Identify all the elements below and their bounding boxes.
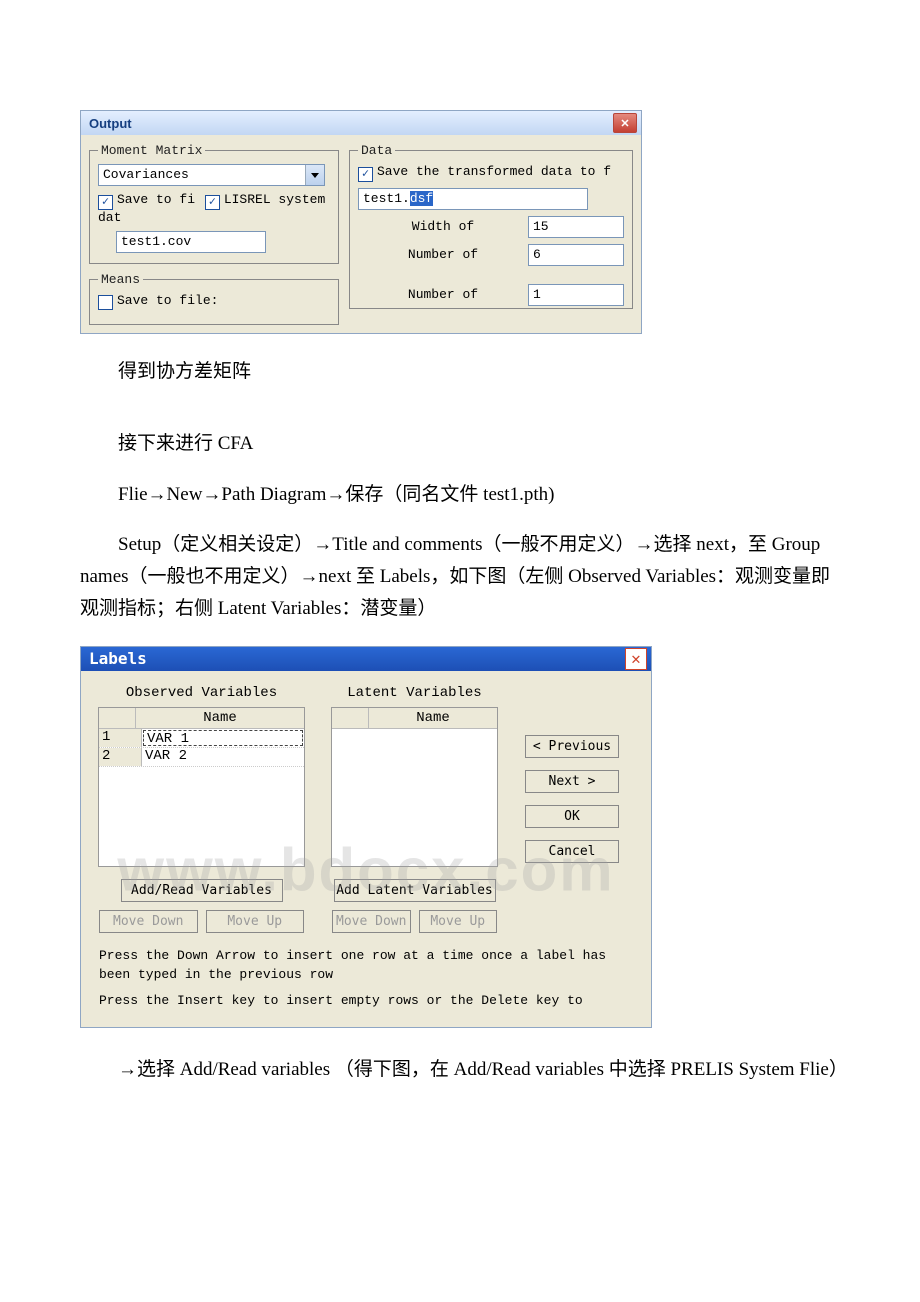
add-latent-variables-button[interactable]: Add Latent Variables xyxy=(334,879,496,902)
moment-matrix-group: Moment Matrix Covariances ✓Save to fi ✓L… xyxy=(89,143,339,264)
lat-move-up-button[interactable]: Move Up xyxy=(419,910,498,933)
obs-move-up-button[interactable]: Move Up xyxy=(206,910,305,933)
close-icon[interactable]: ✕ xyxy=(625,648,647,670)
means-legend: Means xyxy=(98,272,143,287)
covariance-value: Covariances xyxy=(99,165,305,185)
wizard-buttons: < Previous Next > OK Cancel xyxy=(525,735,619,933)
hint-text-2: Press the Insert key to insert empty row… xyxy=(99,992,633,1011)
means-save-label: Save to file: xyxy=(117,293,218,308)
width-input[interactable]: 15 xyxy=(528,216,624,238)
doc-p3: Flie→New→Path Diagram→保存（同名文件 test1.pth) xyxy=(80,479,840,511)
next-button[interactable]: Next > xyxy=(525,770,619,793)
add-read-variables-button[interactable]: Add/Read Variables xyxy=(121,879,283,902)
moment-legend: Moment Matrix xyxy=(98,143,205,158)
number2-input[interactable]: 1 xyxy=(528,284,624,306)
grid-name-header: Name xyxy=(369,708,497,728)
doc-p2: 接下来进行 CFA xyxy=(80,428,840,460)
ok-button[interactable]: OK xyxy=(525,805,619,828)
lisrel-checkbox[interactable]: ✓ xyxy=(205,195,220,210)
means-save-checkbox[interactable]: ✓ xyxy=(98,295,113,310)
latent-grid[interactable]: Name xyxy=(331,707,498,867)
file-ext-selected: dsf xyxy=(410,191,433,206)
width-label: Width of xyxy=(358,219,528,234)
previous-button[interactable]: < Previous xyxy=(525,735,619,758)
number1-label: Number of xyxy=(358,247,528,262)
table-row[interactable]: 2VAR 2 xyxy=(99,748,304,767)
labels-title: Labels xyxy=(89,649,147,668)
table-row[interactable]: 1VAR 1 xyxy=(99,729,304,748)
data-file-input[interactable]: test1.dsf xyxy=(358,188,588,210)
cancel-button[interactable]: Cancel xyxy=(525,840,619,863)
data-group: Data ✓ Save the transformed data to f tes… xyxy=(349,143,633,309)
doc-p5: →选择 Add/Read variables （得下图，在 Add/Read v… xyxy=(80,1054,840,1086)
labels-dialog: Labels ✕ www.bdocx.com Observed Variable… xyxy=(80,646,652,1029)
close-icon[interactable]: ✕ xyxy=(613,113,637,133)
chevron-down-icon[interactable] xyxy=(305,165,324,185)
save-to-fi-checkbox[interactable]: ✓ xyxy=(98,195,113,210)
latent-header: Latent Variables xyxy=(347,685,481,701)
means-group: Means ✓ Save to file: xyxy=(89,272,339,326)
observed-grid[interactable]: Name 1VAR 1 2VAR 2 xyxy=(98,707,305,867)
observed-column: Observed Variables Name 1VAR 1 2VAR 2 Ad… xyxy=(99,685,304,933)
output-title: Output xyxy=(89,116,132,131)
output-titlebar: Output ✕ xyxy=(81,111,641,135)
moment-file-input[interactable]: test1.cov xyxy=(116,231,266,253)
observed-header: Observed Variables xyxy=(126,685,277,701)
output-dialog: Output ✕ Moment Matrix Covariances ✓ Save… xyxy=(80,110,642,334)
number1-input[interactable]: 6 xyxy=(528,244,624,266)
number2-label: Number of xyxy=(358,287,528,302)
obs-move-down-button[interactable]: Move Down xyxy=(99,910,198,933)
save-trans-label: Save the transformed data to f xyxy=(377,164,611,179)
doc-p1: 得到协方差矩阵 xyxy=(80,356,840,388)
hint-text-1: Press the Down Arrow to insert one row a… xyxy=(99,947,633,985)
data-legend: Data xyxy=(358,143,395,158)
save-to-fi-label: Save to fi xyxy=(117,192,195,207)
save-trans-checkbox[interactable]: ✓ xyxy=(358,167,373,182)
doc-p4: Setup（定义相关设定）→Title and comments（一般不用定义）… xyxy=(80,529,840,626)
labels-titlebar: Labels ✕ xyxy=(81,647,651,671)
covariance-select[interactable]: Covariances xyxy=(98,164,325,186)
latent-column: Latent Variables Name Add Latent Variabl… xyxy=(332,685,497,933)
lat-move-down-button[interactable]: Move Down xyxy=(332,910,411,933)
grid-name-header: Name xyxy=(136,708,304,728)
